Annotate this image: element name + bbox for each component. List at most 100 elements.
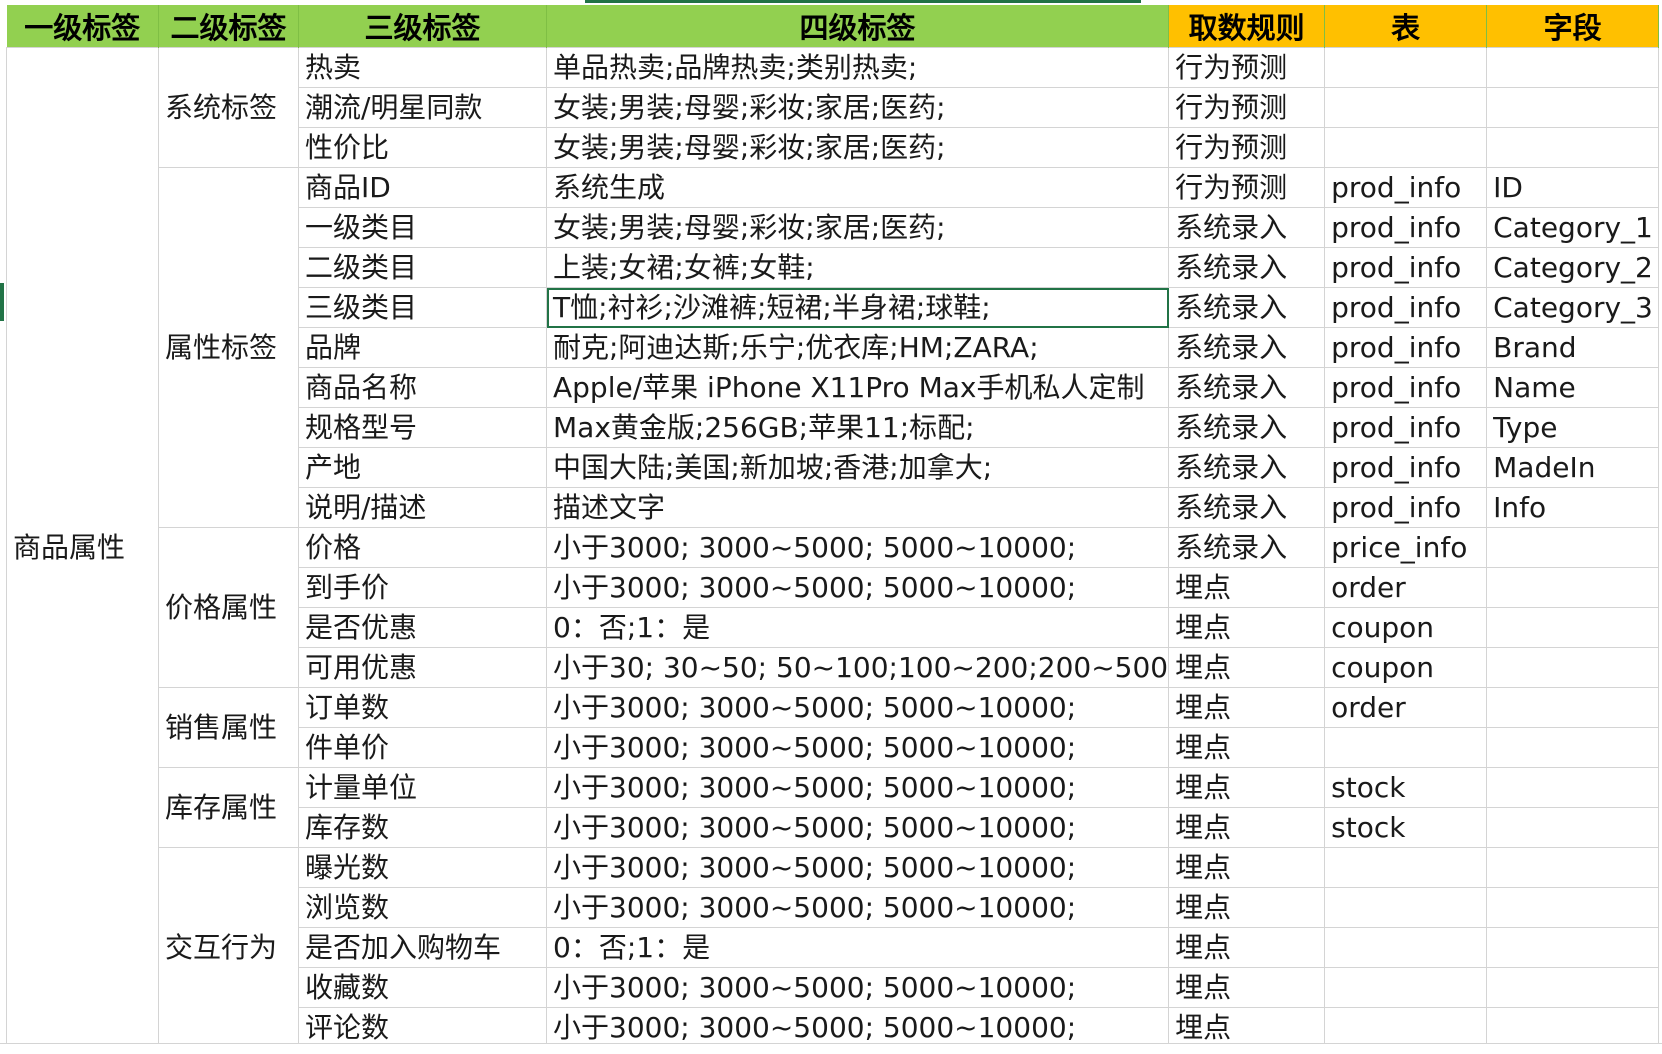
rule-cell[interactable]: 埋点: [1168, 687, 1326, 728]
rule-cell[interactable]: 埋点: [1168, 567, 1326, 608]
field-cell[interactable]: [1486, 967, 1660, 1008]
field-cell[interactable]: [1486, 847, 1660, 888]
table-cell[interactable]: prod_info: [1324, 487, 1488, 528]
level4-cell[interactable]: 小于3000; 3000~5000; 5000~10000;: [545, 567, 1170, 608]
level4-cell[interactable]: 中国大陆;美国;新加坡;香港;加拿大;: [545, 447, 1170, 488]
field-cell[interactable]: [1486, 567, 1660, 608]
level2-cell[interactable]: 库存属性: [158, 767, 299, 848]
rule-cell[interactable]: 埋点: [1168, 727, 1326, 768]
field-cell[interactable]: Category_1: [1486, 207, 1660, 248]
level4-cell[interactable]: 小于3000; 3000~5000; 5000~10000;: [545, 847, 1170, 888]
rule-cell[interactable]: 系统录入: [1168, 287, 1326, 328]
level3-cell[interactable]: 价格: [298, 527, 547, 568]
header-level4[interactable]: 四级标签: [546, 5, 1170, 48]
field-cell[interactable]: [1486, 47, 1660, 88]
field-cell[interactable]: MadeIn: [1486, 447, 1660, 488]
header-table[interactable]: 表: [1324, 5, 1488, 48]
level3-cell[interactable]: 是否加入购物车: [298, 927, 547, 968]
rule-cell[interactable]: 系统录入: [1168, 327, 1326, 368]
header-field[interactable]: 字段: [1486, 5, 1660, 48]
level2-cell[interactable]: 交互行为: [158, 847, 299, 1048]
table-cell[interactable]: coupon: [1324, 647, 1488, 688]
level4-cell[interactable]: 女装;男装;母婴;彩妆;家居;医药;: [545, 87, 1170, 128]
table-cell[interactable]: [1324, 967, 1488, 1008]
rule-cell[interactable]: 埋点: [1168, 767, 1326, 808]
rule-cell[interactable]: 系统录入: [1168, 367, 1326, 408]
rule-cell[interactable]: 埋点: [1168, 887, 1326, 928]
field-cell[interactable]: Name: [1486, 367, 1660, 408]
level3-cell[interactable]: 性价比: [298, 127, 547, 168]
table-cell[interactable]: prod_info: [1324, 167, 1488, 208]
level3-cell[interactable]: 热卖: [298, 47, 547, 88]
header-level2[interactable]: 二级标签: [158, 5, 299, 48]
level4-cell[interactable]: 描述文字: [545, 487, 1170, 528]
table-cell[interactable]: [1324, 127, 1488, 168]
header-level3[interactable]: 三级标签: [298, 5, 547, 48]
rule-cell[interactable]: 行为预测: [1168, 47, 1326, 88]
level3-cell[interactable]: 说明/描述: [298, 487, 547, 528]
level3-cell[interactable]: 件单价: [298, 727, 547, 768]
table-cell[interactable]: [1324, 887, 1488, 928]
level3-cell[interactable]: 三级类目: [298, 287, 547, 328]
table-cell[interactable]: order: [1324, 567, 1488, 608]
field-cell[interactable]: Brand: [1486, 327, 1660, 368]
field-cell[interactable]: ID: [1486, 167, 1660, 208]
table-cell[interactable]: prod_info: [1324, 367, 1488, 408]
rule-cell[interactable]: 系统录入: [1168, 487, 1326, 528]
level3-cell[interactable]: 可用优惠: [298, 647, 547, 688]
level2-cell[interactable]: 系统标签: [158, 47, 299, 168]
rule-cell[interactable]: 系统录入: [1168, 247, 1326, 288]
level4-cell[interactable]: 小于3000; 3000~5000; 5000~10000;: [545, 1007, 1170, 1048]
header-level1[interactable]: 一级标签: [6, 5, 159, 48]
field-cell[interactable]: [1486, 727, 1660, 768]
table-cell[interactable]: stock: [1324, 767, 1488, 808]
rule-cell[interactable]: 系统录入: [1168, 447, 1326, 488]
rule-cell[interactable]: 埋点: [1168, 927, 1326, 968]
field-cell[interactable]: Type: [1486, 407, 1660, 448]
rule-cell[interactable]: 行为预测: [1168, 127, 1326, 168]
table-cell[interactable]: stock: [1324, 807, 1488, 848]
field-cell[interactable]: [1486, 127, 1660, 168]
level4-cell[interactable]: Apple/苹果 iPhone X11Pro Max手机私人定制: [545, 367, 1170, 408]
field-cell[interactable]: [1486, 807, 1660, 848]
level3-cell[interactable]: 商品ID: [298, 167, 547, 208]
table-cell[interactable]: prod_info: [1324, 287, 1488, 328]
level3-cell[interactable]: 产地: [298, 447, 547, 488]
level2-cell[interactable]: 属性标签: [158, 167, 299, 528]
level3-cell[interactable]: 库存数: [298, 807, 547, 848]
level4-cell[interactable]: 小于3000; 3000~5000; 5000~10000;: [545, 727, 1170, 768]
level3-cell[interactable]: 收藏数: [298, 967, 547, 1008]
field-cell[interactable]: Category_3: [1486, 287, 1660, 328]
level3-cell[interactable]: 是否优惠: [298, 607, 547, 648]
field-cell[interactable]: Info: [1486, 487, 1660, 528]
rule-cell[interactable]: 埋点: [1168, 647, 1326, 688]
level3-cell[interactable]: 浏览数: [298, 887, 547, 928]
level4-cell[interactable]: 小于30; 30~50; 50~100;100~200;200~500: [545, 647, 1170, 688]
table-cell[interactable]: price_info: [1324, 527, 1488, 568]
level4-cell[interactable]: 小于3000; 3000~5000; 5000~10000;: [545, 967, 1170, 1008]
level4-cell[interactable]: T恤;衬衫;沙滩裤;短裙;半身裙;球鞋;: [545, 287, 1170, 328]
rule-cell[interactable]: 埋点: [1168, 1007, 1326, 1048]
field-cell[interactable]: [1486, 87, 1660, 128]
table-cell[interactable]: prod_info: [1324, 207, 1488, 248]
level4-cell[interactable]: 耐克;阿迪达斯;乐宁;优衣库;HM;ZARA;: [545, 327, 1170, 368]
level4-cell[interactable]: 小于3000; 3000~5000; 5000~10000;: [545, 807, 1170, 848]
field-cell[interactable]: [1486, 527, 1660, 568]
level3-cell[interactable]: 规格型号: [298, 407, 547, 448]
field-cell[interactable]: [1486, 647, 1660, 688]
level4-cell[interactable]: 女装;男装;母婴;彩妆;家居;医药;: [545, 207, 1170, 248]
table-cell[interactable]: prod_info: [1324, 447, 1488, 488]
level4-cell[interactable]: 上装;女裙;女裤;女鞋;: [545, 247, 1170, 288]
rule-cell[interactable]: 埋点: [1168, 607, 1326, 648]
table-cell[interactable]: prod_info: [1324, 247, 1488, 288]
rule-cell[interactable]: 行为预测: [1168, 167, 1326, 208]
level4-cell[interactable]: 小于3000; 3000~5000; 5000~10000;: [545, 687, 1170, 728]
level3-cell[interactable]: 到手价: [298, 567, 547, 608]
level4-cell[interactable]: 单品热卖;品牌热卖;类别热卖;: [545, 47, 1170, 88]
level4-cell[interactable]: 0：否;1：是: [545, 927, 1170, 968]
rule-cell[interactable]: 行为预测: [1168, 87, 1326, 128]
rule-cell[interactable]: 系统录入: [1168, 207, 1326, 248]
rule-cell[interactable]: 埋点: [1168, 967, 1326, 1008]
field-cell[interactable]: [1486, 1007, 1660, 1048]
level4-cell[interactable]: 小于3000; 3000~5000; 5000~10000;: [545, 527, 1170, 568]
